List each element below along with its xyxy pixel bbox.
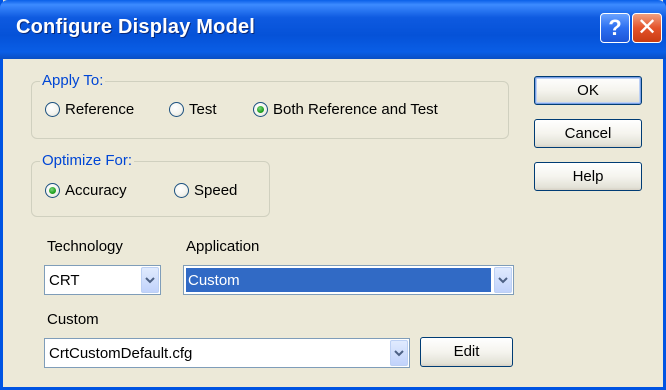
radio-accuracy-label: Accuracy [65,182,127,199]
radio-reference[interactable]: Reference [45,101,134,118]
application-label: Application [186,238,260,255]
application-value: Custom [186,268,491,292]
dialog-window: Configure Display Model ? ✕ Apply To: Re… [0,0,666,390]
title-close-button[interactable]: ✕ [632,13,662,43]
application-dropdown-arrow-icon[interactable] [494,267,512,293]
radio-speed-label: Speed [194,182,238,199]
edit-button[interactable]: Edit [420,337,513,367]
apply-to-label: Apply To: [40,72,106,89]
ok-button[interactable]: OK [534,76,642,105]
radio-test-circle [169,102,184,117]
custom-value: CrtCustomDefault.cfg [49,344,193,362]
radio-speed-circle [174,183,189,198]
help-button[interactable]: Help [534,162,642,191]
application-dropdown[interactable]: Custom [183,265,514,295]
radio-accuracy-circle [45,183,60,198]
technology-value: CRT [49,271,80,289]
technology-label: Technology [47,238,123,255]
title-help-button[interactable]: ? [600,13,630,43]
custom-dropdown-arrow-icon[interactable] [390,340,408,366]
radio-speed[interactable]: Speed [174,182,237,199]
custom-label: Custom [47,311,99,328]
apply-to-group: Apply To: Reference Test Both Reference … [31,72,509,139]
title-bar[interactable]: Configure Display Model ? ✕ [0,0,666,59]
cancel-button[interactable]: Cancel [534,119,642,148]
technology-dropdown[interactable]: CRT [44,265,161,295]
dialog-title: Configure Display Model [16,16,256,38]
optimize-for-group: Optimize For: Accuracy Speed [31,152,270,217]
radio-reference-label: Reference [65,101,135,118]
technology-dropdown-arrow-icon[interactable] [141,267,159,293]
radio-reference-circle [45,102,60,117]
radio-accuracy[interactable]: Accuracy [45,182,127,199]
radio-test[interactable]: Test [169,101,217,118]
optimize-for-label: Optimize For: [40,152,135,169]
radio-both-label: Both Reference and Test [273,101,438,118]
radio-both-reference-and-test[interactable]: Both Reference and Test [253,101,438,118]
custom-dropdown[interactable]: CrtCustomDefault.cfg [44,338,410,368]
radio-test-label: Test [189,101,217,118]
radio-both-circle [253,102,268,117]
